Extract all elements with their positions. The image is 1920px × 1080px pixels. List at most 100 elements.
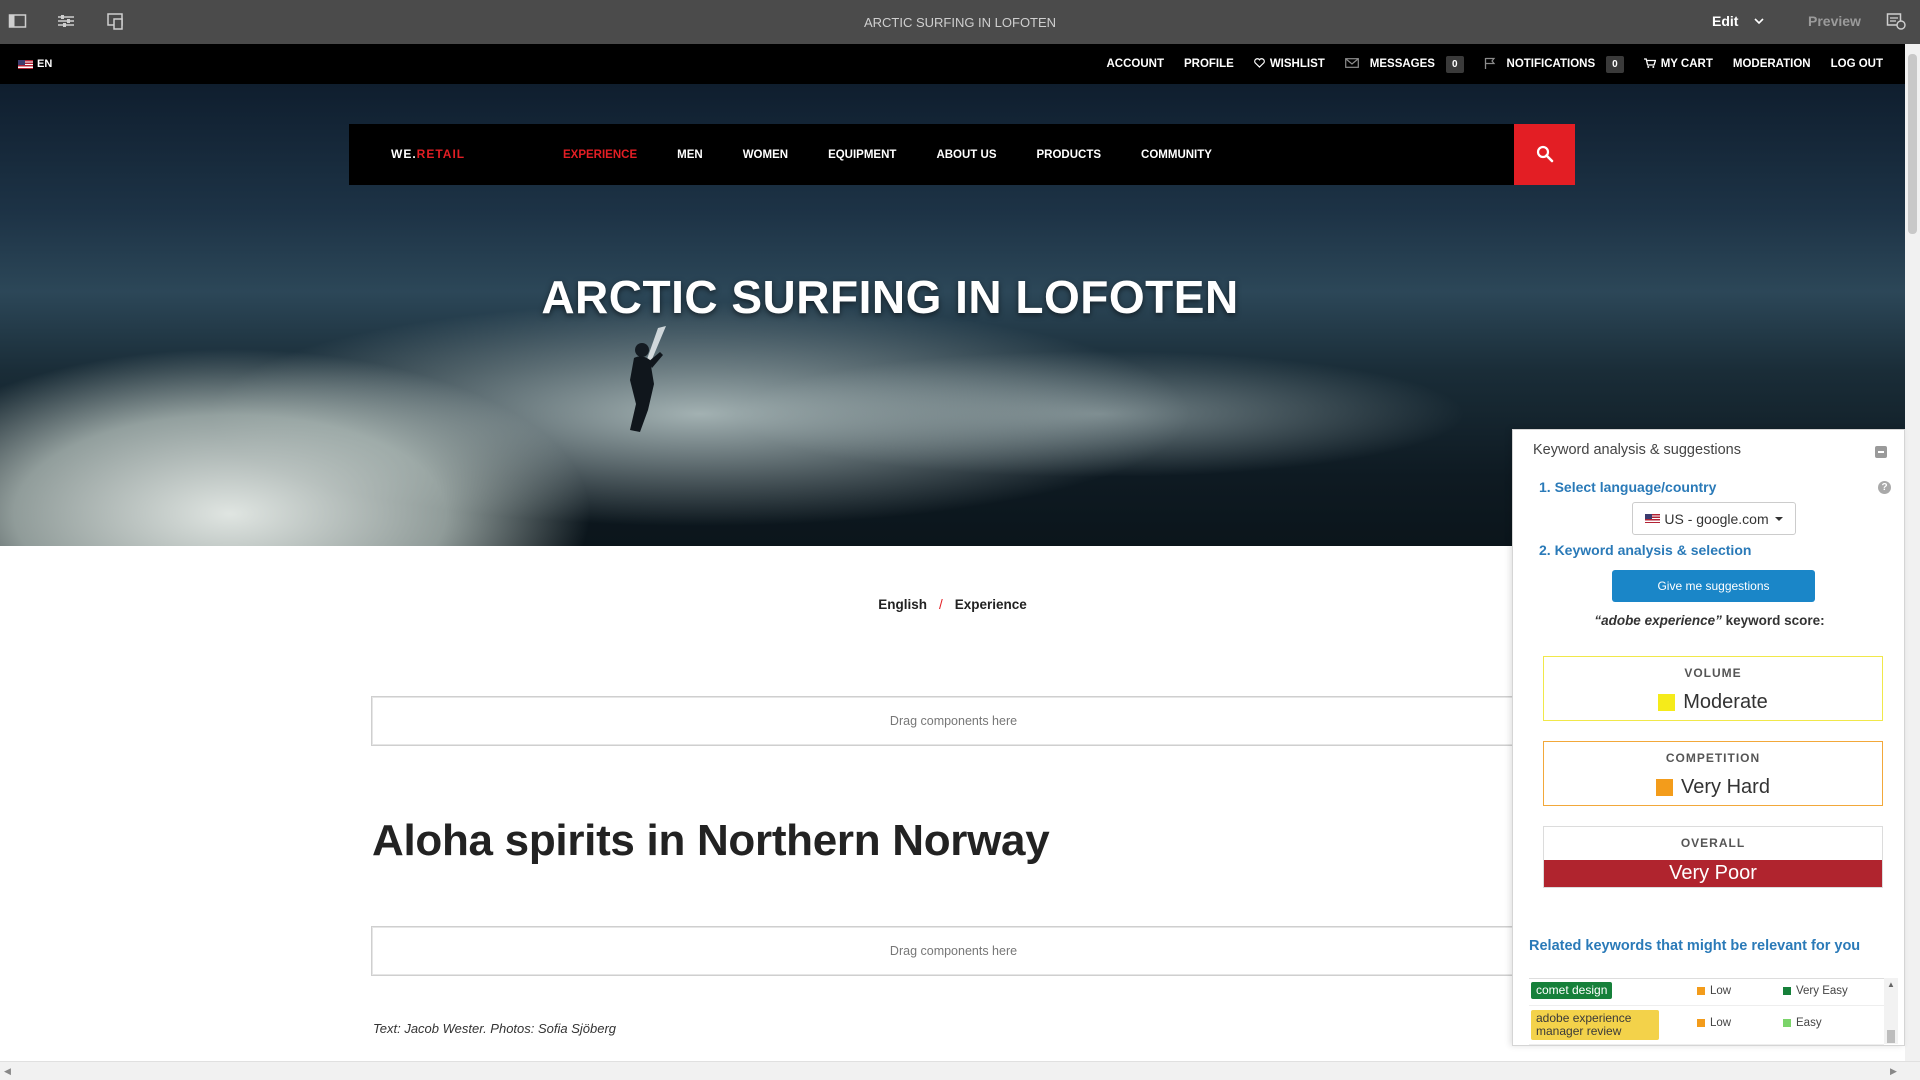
us-flag-icon [1645, 514, 1661, 523]
keyword-score-heading: “adobe experience” keyword score: [1513, 613, 1906, 628]
volume-dot [1697, 1019, 1705, 1027]
step-keyword-analysis: 2. Keyword analysis & selection [1539, 542, 1752, 558]
wishlist-label: WISHLIST [1269, 58, 1325, 70]
annotations-icon[interactable] [1886, 12, 1908, 32]
account-nav: ACCOUNT PROFILE WISHLIST MESSAGES 0 NOTI… [1086, 44, 1883, 84]
article-title[interactable]: Aloha spirits in Northern Norway [372, 816, 1050, 866]
main-navigation: WE.RETAIL EXPERIENCE MEN WOMEN EQUIPMENT… [349, 124, 1514, 185]
language-label: EN [37, 58, 53, 70]
keyword-analysis-panel: Keyword analysis & suggestions 1. Select… [1512, 429, 1905, 1046]
logout-link[interactable]: LOG OUT [1831, 58, 1883, 70]
moderation-link[interactable]: MODERATION [1733, 58, 1811, 70]
keyword-volume: Low [1697, 1017, 1731, 1029]
search-button[interactable] [1514, 124, 1575, 185]
logo-text-retail: RETAIL [416, 147, 466, 161]
keyword-difficulty: Very Easy [1783, 985, 1848, 997]
caret-down-icon [1774, 516, 1783, 521]
help-icon[interactable]: ? [1878, 481, 1891, 494]
scrollbar-thumb[interactable] [1908, 54, 1917, 234]
keyword-volume-value: Low [1710, 985, 1732, 997]
locale-dropdown[interactable]: US - google.com [1632, 502, 1796, 535]
overall-value: Very Poor [1544, 860, 1882, 887]
wishlist-link[interactable]: WISHLIST [1254, 57, 1325, 71]
scored-keyword: “adobe experience” [1594, 613, 1722, 628]
component-dropzone[interactable]: Drag components here [371, 926, 1536, 976]
page-vertical-scrollbar[interactable] [1905, 44, 1920, 1061]
notifications-link[interactable]: NOTIFICATIONS 0 [1484, 55, 1624, 73]
nav-experience[interactable]: EXPERIENCE [563, 149, 637, 161]
scroll-up-icon[interactable]: ▲ [1887, 980, 1895, 989]
surfer-image [630, 326, 666, 432]
keyword-volume: Low [1697, 985, 1731, 997]
overall-metric: OVERALL Very Poor [1543, 826, 1883, 888]
edit-mode-select[interactable]: Edit [1712, 13, 1738, 29]
editor-page-title: ARCTIC SURFING IN LOFOTEN [863, 15, 1057, 30]
keyword-tag[interactable]: adobe experience manager review [1531, 1010, 1659, 1040]
keyword-tag[interactable]: comet design [1531, 982, 1613, 999]
scroll-left-icon[interactable]: ◀ [4, 1066, 11, 1077]
emulator-icon[interactable] [106, 12, 128, 32]
heart-icon [1254, 57, 1265, 71]
overall-label: OVERALL [1680, 836, 1746, 850]
nav-women[interactable]: WOMEN [743, 149, 788, 161]
nav-products[interactable]: PRODUCTS [1037, 149, 1102, 161]
minimize-icon[interactable] [1875, 446, 1887, 458]
hero-title: ARCTIC SURFING IN LOFOTEN [541, 271, 1239, 323]
breadcrumb-experience[interactable]: Experience [955, 597, 1027, 612]
side-panel-toggle-icon[interactable] [8, 12, 30, 32]
logo-text-we: WE. [391, 147, 417, 161]
notifications-count-badge: 0 [1606, 55, 1624, 73]
breadcrumb-separator: / [938, 597, 943, 612]
nav-community[interactable]: COMMUNITY [1141, 149, 1212, 161]
cart-icon [1643, 57, 1657, 71]
flag-icon [1484, 57, 1496, 72]
page-properties-icon[interactable] [56, 12, 78, 32]
us-flag-icon [18, 59, 33, 69]
messages-link[interactable]: MESSAGES 0 [1344, 55, 1464, 73]
preview-button[interactable]: Preview [1808, 13, 1861, 29]
keyword-difficulty-value: Very Easy [1796, 985, 1848, 997]
volume-swatch [1658, 694, 1676, 711]
table-row[interactable]: adobe experience manager review Low Easy [1529, 1006, 1884, 1045]
difficulty-dot [1783, 987, 1791, 995]
keywords-scrollbar[interactable]: ▲ [1884, 978, 1898, 1044]
page-horizontal-scrollbar[interactable]: ◀ ▶ [0, 1061, 1920, 1080]
scroll-right-icon[interactable]: ▶ [1890, 1066, 1897, 1077]
account-link[interactable]: ACCOUNT [1106, 58, 1164, 70]
competition-label: COMPETITION [1665, 751, 1761, 765]
messages-label: MESSAGES [1369, 58, 1435, 70]
language-selector[interactable]: EN [18, 58, 52, 70]
keyword-difficulty: Easy [1783, 1017, 1822, 1029]
we-retail-logo[interactable]: WE.RETAIL [391, 147, 465, 161]
panel-title: Keyword analysis & suggestions [1533, 442, 1741, 458]
keyword-volume-value: Low [1710, 1017, 1732, 1029]
give-suggestions-button[interactable]: Give me suggestions [1612, 570, 1815, 602]
scrollbar-thumb[interactable] [1887, 1030, 1895, 1043]
table-row[interactable]: comet design Low Very Easy [1529, 979, 1884, 1006]
editor-toolbar: ARCTIC SURFING IN LOFOTEN Edit Preview [0, 0, 1920, 44]
profile-link[interactable]: PROFILE [1184, 58, 1234, 70]
site-top-bar: EN ACCOUNT PROFILE WISHLIST MESSAGES 0 N… [0, 44, 1905, 84]
cart-label: MY CART [1660, 58, 1713, 70]
nav-men[interactable]: MEN [677, 149, 703, 161]
keyword-difficulty-value: Easy [1796, 1017, 1822, 1029]
difficulty-dot [1783, 1019, 1791, 1027]
breadcrumb-english[interactable]: English [878, 597, 927, 612]
related-keywords-table: comet design Low Very Easy adobe experie… [1529, 978, 1884, 1045]
score-suffix: keyword score: [1721, 613, 1825, 628]
volume-dot [1697, 987, 1705, 995]
component-dropzone[interactable]: Drag components here [371, 696, 1536, 746]
envelope-icon [1344, 57, 1359, 71]
cart-link[interactable]: MY CART [1643, 57, 1713, 71]
chevron-down-icon[interactable] [1752, 14, 1766, 28]
related-keywords-title: Related keywords that might be relevant … [1529, 938, 1861, 954]
competition-value: Very Hard [1681, 776, 1770, 798]
nav-equipment[interactable]: EQUIPMENT [828, 149, 896, 161]
competition-metric: COMPETITION Very Hard [1543, 741, 1883, 806]
step-select-language: 1. Select language/country [1539, 479, 1717, 495]
nav-about-us[interactable]: ABOUT US [936, 149, 996, 161]
locale-value: US - google.com [1664, 510, 1769, 527]
volume-value: Moderate [1683, 691, 1768, 713]
messages-count-badge: 0 [1445, 55, 1464, 73]
article-credits[interactable]: Text: Jacob Wester. Photos: Sofia Sjöber… [373, 1021, 616, 1036]
